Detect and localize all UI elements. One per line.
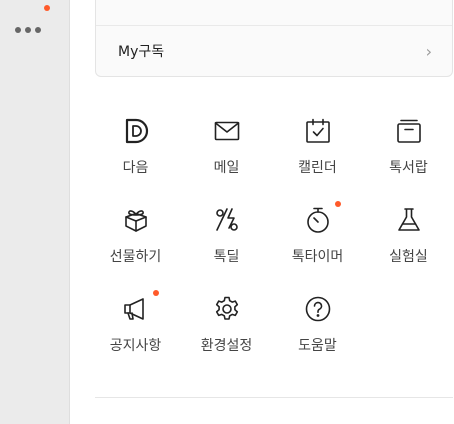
mail-icon xyxy=(212,116,242,146)
app-label: 공지사항 xyxy=(109,338,162,354)
app-tile-deal[interactable]: 톡딜 xyxy=(181,201,272,290)
app-tile-notice[interactable]: 공지사항 xyxy=(90,290,181,379)
gear-icon xyxy=(212,294,242,324)
gift-icon xyxy=(121,205,151,235)
bottom-divider xyxy=(95,397,453,398)
chevron-right-icon: › xyxy=(425,41,432,61)
timer-notification-badge xyxy=(335,201,341,207)
app-label: 톡타이머 xyxy=(291,249,344,265)
megaphone-icon xyxy=(121,294,151,324)
app-tile-lab[interactable]: 실험실 xyxy=(363,201,454,290)
app-tile-drawer[interactable]: 톡서랍 xyxy=(363,112,454,201)
app-tile-timer[interactable]: 톡타이머 xyxy=(272,201,363,290)
app-tile-help[interactable]: 도움말 xyxy=(272,290,363,379)
app-tile-daum[interactable]: 다음 xyxy=(90,112,181,201)
app-label: 톡서랍 xyxy=(389,160,428,176)
more-dot xyxy=(35,27,41,33)
calendar-icon xyxy=(303,116,333,146)
app-label: 실험실 xyxy=(389,249,428,265)
app-label: 메일 xyxy=(213,160,240,176)
more-dot xyxy=(25,27,31,33)
card-top-area xyxy=(96,0,452,26)
flask-icon xyxy=(394,205,424,235)
notification-badge xyxy=(44,5,50,11)
drawer-icon xyxy=(394,116,424,146)
my-subscription-label: My구독 xyxy=(118,44,165,60)
more-button[interactable] xyxy=(10,16,46,44)
app-label: 도움말 xyxy=(298,338,337,354)
help-icon xyxy=(303,294,333,324)
notice-notification-badge xyxy=(153,290,159,296)
app-label: 환경설정 xyxy=(200,338,253,354)
my-subscription-row[interactable]: My구독 › xyxy=(96,26,452,76)
app-grid: 다음 메일 캘린더 톡서랍 선물하기 톡딜 톡타이머 실험실 공지사항 환경설정… xyxy=(90,112,454,379)
daum-logo-icon xyxy=(121,116,151,146)
app-label: 선물하기 xyxy=(109,249,162,265)
app-label: 톡딜 xyxy=(213,249,240,265)
app-label: 캘린더 xyxy=(298,160,337,176)
app-tile-settings[interactable]: 환경설정 xyxy=(181,290,272,379)
timer-icon xyxy=(303,205,333,235)
app-tile-gift[interactable]: 선물하기 xyxy=(90,201,181,290)
left-rail xyxy=(0,0,70,424)
subscription-card: My구독 › xyxy=(95,0,453,77)
app-tile-mail[interactable]: 메일 xyxy=(181,112,272,201)
app-tile-calendar[interactable]: 캘린더 xyxy=(272,112,363,201)
more-horizontal-icon xyxy=(15,27,21,33)
percent-bolt-icon xyxy=(212,205,242,235)
app-label: 다음 xyxy=(122,160,149,176)
